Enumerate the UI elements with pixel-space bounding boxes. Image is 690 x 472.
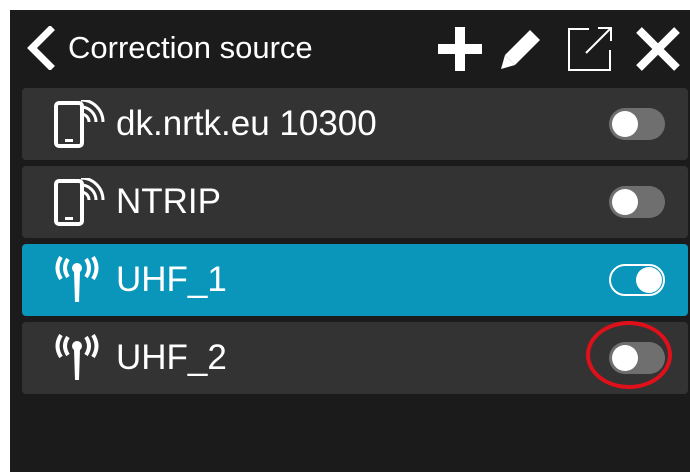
toggle-knob	[636, 267, 662, 293]
toggle-switch[interactable]	[609, 342, 665, 374]
pencil-icon	[501, 30, 540, 69]
close-icon	[636, 27, 680, 71]
source-label: dk.nrtk.eu 10300	[116, 104, 377, 143]
toggle-knob	[612, 111, 638, 137]
source-label: UHF_2	[116, 338, 227, 377]
app-screen: Correction source dk.nrtk.eu 10300 NTRIP…	[10, 10, 690, 472]
radio-antenna-icon	[46, 256, 108, 304]
close-button[interactable]	[633, 24, 683, 74]
toggle-knob	[612, 189, 638, 215]
source-label: NTRIP	[116, 182, 221, 221]
add-button[interactable]	[435, 24, 485, 74]
back-button[interactable]	[20, 25, 60, 71]
list-item[interactable]: UHF_1	[22, 244, 688, 316]
source-label: UHF_1	[116, 260, 227, 299]
toggle-switch[interactable]	[609, 186, 665, 218]
chevron-left-icon	[27, 25, 55, 71]
top-bar: Correction source	[10, 10, 690, 86]
toggle-switch[interactable]	[609, 264, 665, 296]
plus-icon	[438, 27, 482, 71]
phone-signal-icon	[46, 100, 108, 148]
export-button[interactable]	[565, 24, 615, 74]
external-link-icon	[568, 27, 612, 71]
toggle-switch[interactable]	[609, 108, 665, 140]
radio-antenna-icon	[46, 334, 108, 382]
list-item[interactable]: UHF_2	[22, 322, 688, 394]
edit-button[interactable]	[497, 24, 547, 74]
list-item[interactable]: dk.nrtk.eu 10300	[22, 88, 688, 160]
source-list: dk.nrtk.eu 10300 NTRIP UHF_1 UHF_2	[22, 88, 688, 400]
toggle-knob	[612, 345, 638, 371]
page-title: Correction source	[68, 30, 313, 65]
phone-signal-icon	[46, 178, 108, 226]
list-item[interactable]: NTRIP	[22, 166, 688, 238]
